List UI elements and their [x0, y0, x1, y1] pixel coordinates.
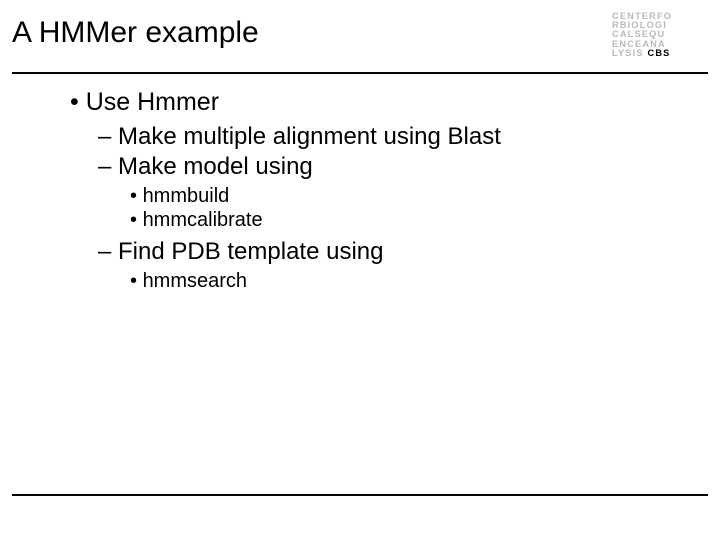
list-item: hmmbuild [130, 185, 690, 208]
bullet-text: Make multiple alignment using Blast [118, 123, 501, 150]
bullet-list-level3: hmmbuild hmmcalibrate [98, 185, 690, 232]
bullet-text: hmmcalibrate [143, 209, 263, 231]
bullet-text: Use Hmmer [86, 88, 219, 116]
bullet-list-level2: Make multiple alignment using Blast Make… [70, 123, 690, 293]
list-item: Make multiple alignment using Blast [98, 123, 690, 151]
bullet-text: hmmbuild [143, 185, 230, 207]
list-item: Use Hmmer Make multiple alignment using … [70, 88, 690, 293]
title-row: A HMMer example CENTERFO RBIOLOGI CALSEQ… [0, 0, 720, 68]
bullet-list-level3: hmmsearch [98, 270, 690, 293]
list-item: Find PDB template using hmmsearch [98, 238, 690, 293]
list-item: Make model using hmmbuild hmmcalibrate [98, 153, 690, 232]
bullet-list-level1: Use Hmmer Make multiple alignment using … [70, 88, 690, 293]
slide-title: A HMMer example [12, 10, 612, 50]
bullet-text: Make model using [118, 153, 313, 180]
bullet-text: Find PDB template using [118, 238, 383, 265]
slide: A HMMer example CENTERFO RBIOLOGI CALSEQ… [0, 0, 720, 540]
bullet-text: hmmsearch [143, 270, 247, 292]
logo-line5a: LYSIS [612, 48, 644, 58]
list-item: hmmcalibrate [130, 209, 690, 232]
cbs-logo: CENTERFO RBIOLOGI CALSEQU ENCEANA LYSIS … [612, 10, 720, 68]
list-item: hmmsearch [130, 270, 690, 293]
content-area: Use Hmmer Make multiple alignment using … [0, 74, 720, 293]
footer-rule [12, 494, 708, 496]
logo-line5b: CBS [647, 48, 670, 58]
